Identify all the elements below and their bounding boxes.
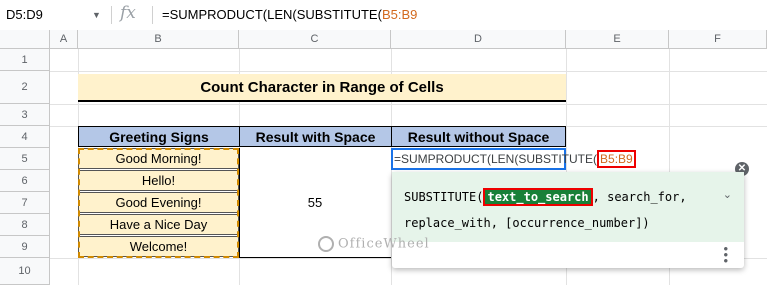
cell-editor-range-ref: B5:B9 [597, 150, 636, 168]
header-result-without-space: Result without Space [391, 126, 566, 147]
row-header-5[interactable]: 5 [0, 148, 50, 170]
result-with-space-value[interactable]: 55 [239, 192, 391, 214]
function-args: , search_for, [592, 190, 687, 204]
row-header-8[interactable]: 8 [0, 214, 50, 236]
table-border [239, 257, 391, 258]
row-header-7[interactable]: 7 [0, 192, 50, 214]
cell-editor[interactable]: =SUMPRODUCT(LEN(SUBSTITUTE(B5:B9 [394, 150, 636, 168]
cell-editor-text: =SUMPRODUCT(LEN(SUBSTITUTE( [394, 152, 598, 166]
divider [152, 6, 153, 24]
function-help-popup: SUBSTITUTE(text_to_search, search_for, r… [392, 172, 744, 268]
watermark-logo-icon [318, 236, 334, 252]
row-header-1[interactable]: 1 [0, 49, 50, 71]
row-header-6[interactable]: 6 [0, 170, 50, 192]
formula-text: =SUMPRODUCT(LEN(SUBSTITUTE( [162, 7, 382, 22]
greeting-cell[interactable]: Welcome! [78, 236, 239, 257]
row-header-4[interactable]: 4 [0, 126, 50, 148]
greeting-cell[interactable]: Have a Nice Day [78, 214, 239, 235]
function-name: SUBSTITUTE( [404, 190, 484, 204]
header-greeting-signs: Greeting Signs [78, 126, 240, 147]
column-header-e[interactable]: E [566, 30, 669, 49]
column-header-c[interactable]: C [239, 30, 391, 49]
active-argument: text_to_search [483, 188, 593, 206]
row-header-3[interactable]: 3 [0, 104, 50, 126]
gridline [50, 104, 767, 105]
name-box-dropdown-icon[interactable]: ▼ [92, 5, 101, 25]
more-options-icon[interactable]: • • • [723, 242, 728, 267]
column-header-d[interactable]: D [391, 30, 566, 49]
row-header-2[interactable]: 2 [0, 71, 50, 104]
chevron-down-icon[interactable]: ⌄ [723, 188, 732, 201]
greeting-cell[interactable]: Good Evening! [78, 192, 239, 213]
divider [111, 6, 112, 24]
gridline [50, 71, 767, 72]
formula-range-ref: B5:B9 [381, 7, 418, 22]
greeting-cell[interactable]: Hello! [78, 170, 239, 191]
column-header-f[interactable]: F [669, 30, 767, 49]
header-result-with-space: Result with Space [239, 126, 392, 147]
sheet-title: Count Character in Range of Cells [78, 74, 566, 102]
function-signature-panel[interactable]: SUBSTITUTE(text_to_search, search_for, r… [392, 172, 744, 242]
row-header-9[interactable]: 9 [0, 236, 50, 258]
formula-bar: D5:D9 ▼ fx =SUMPRODUCT(LEN(SUBSTITUTE(B5… [0, 0, 767, 31]
fx-icon: fx [120, 3, 136, 23]
watermark: OfficeWheel [318, 236, 430, 252]
row-header-10[interactable]: 10 [0, 258, 50, 285]
name-box[interactable]: D5:D9 [6, 5, 106, 25]
watermark-text: OfficeWheel [338, 236, 430, 252]
select-all-corner[interactable] [0, 30, 50, 49]
greeting-cell[interactable]: Good Morning! [78, 148, 239, 169]
formula-input[interactable]: =SUMPRODUCT(LEN(SUBSTITUTE(B5:B9 [162, 5, 417, 25]
function-signature-line1: SUBSTITUTE(text_to_search, search_for, [404, 188, 687, 206]
column-header-a[interactable]: A [50, 30, 78, 49]
column-header-b[interactable]: B [78, 30, 239, 49]
function-signature-line2: replace_with, [occurrence_number]) [404, 216, 650, 230]
